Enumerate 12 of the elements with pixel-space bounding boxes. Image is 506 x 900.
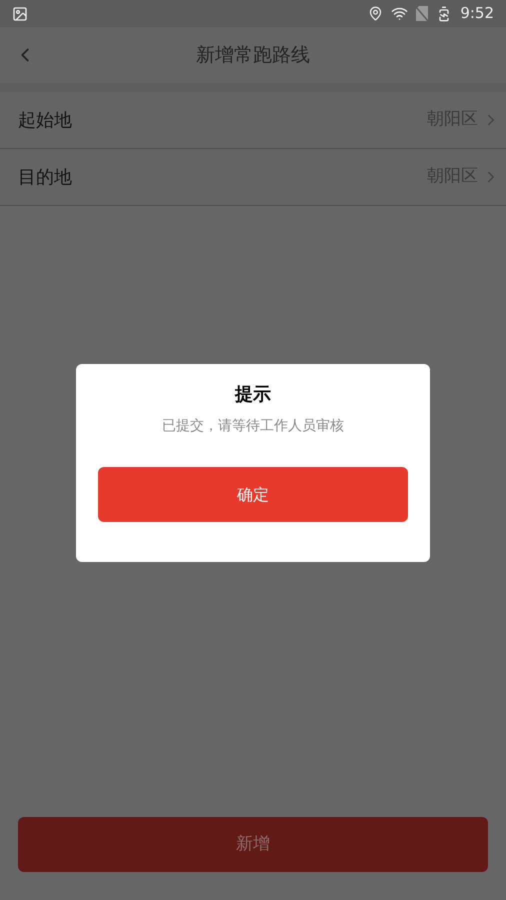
page-title: 新增常跑路线 xyxy=(196,42,310,68)
add-button[interactable]: 新增 xyxy=(18,817,488,872)
confirm-button[interactable]: 确定 xyxy=(98,467,408,522)
row-label: 起始地 xyxy=(18,108,72,132)
location-icon xyxy=(368,6,384,21)
row-label: 目的地 xyxy=(18,166,72,190)
image-icon xyxy=(12,6,28,22)
wifi-icon xyxy=(391,5,408,22)
dialog-message: 已提交，请等待工作人员审核 xyxy=(162,417,344,436)
status-time: 9:52 xyxy=(460,3,494,24)
dialog-title: 提示 xyxy=(235,383,271,407)
no-sim-icon xyxy=(416,6,428,21)
